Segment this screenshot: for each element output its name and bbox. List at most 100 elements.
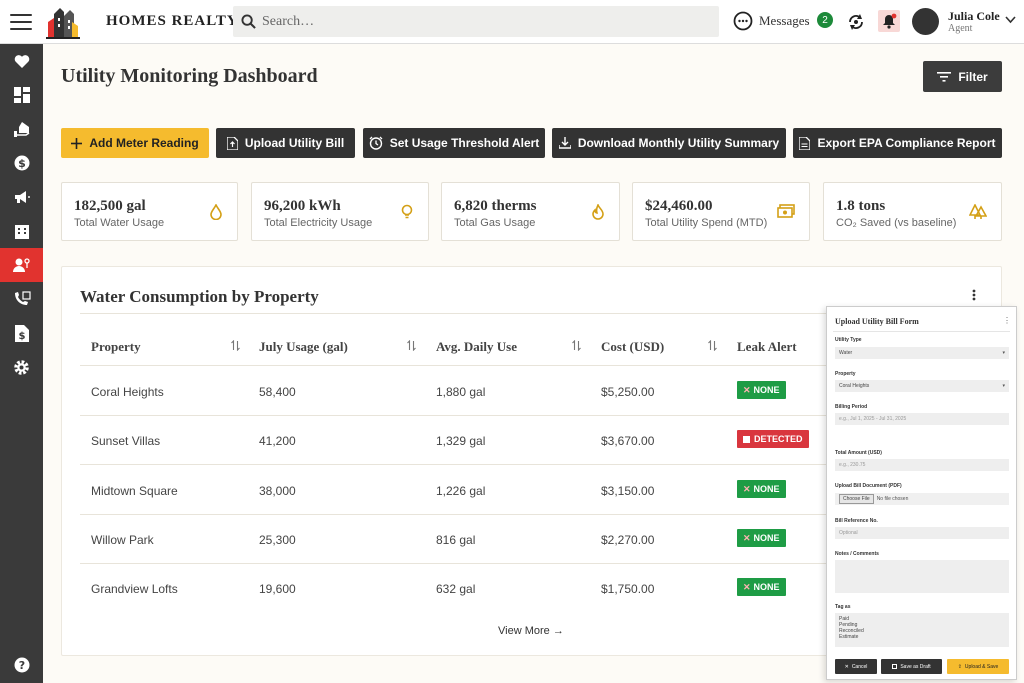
download-monthly-utility-summary-button[interactable]: Download Monthly Utility Summary <box>552 128 786 158</box>
sidebar-item-settings[interactable] <box>0 350 43 384</box>
sidebar-item-finance[interactable]: $ <box>0 146 43 180</box>
tag-option[interactable]: Estimate <box>839 634 858 640</box>
sync-icon[interactable] <box>846 12 866 32</box>
column-header-cost[interactable]: Cost (USD) <box>601 339 664 355</box>
stat-card-co2: 1.8 tons CO₂ Saved (vs baseline) <box>823 182 1002 241</box>
column-header-avg-daily-use[interactable]: Avg. Daily Use <box>436 339 517 355</box>
sidebar-item-buildings[interactable] <box>0 214 43 248</box>
stat-value: 96,200 kWh <box>264 198 341 214</box>
choose-file-button[interactable]: Choose File <box>839 494 874 504</box>
divider <box>80 415 840 416</box>
notifications-button[interactable] <box>878 10 900 32</box>
stat-label: Total Water Usage <box>74 217 165 229</box>
cell-usage: 19,600 <box>259 582 296 596</box>
cell-cost: $2,270.00 <box>601 533 655 547</box>
filter-button[interactable]: Filter <box>923 61 1002 92</box>
sort-icon[interactable] <box>407 340 416 351</box>
cell-avg: 1,880 gal <box>436 385 486 399</box>
set-usage-threshold-alert-button[interactable]: Set Usage Threshold Alert <box>363 128 545 158</box>
stat-value: 6,820 therms <box>454 198 537 214</box>
sidebar-item-invoices[interactable]: $ <box>0 316 43 350</box>
column-header-july-usage[interactable]: July Usage (gal) <box>259 339 348 355</box>
view-more-link[interactable]: View More → <box>498 625 564 637</box>
total-amount-input[interactable]: e.g., 230.75 <box>835 459 1009 471</box>
add-meter-reading-button[interactable]: Add Meter Reading <box>61 128 209 158</box>
cell-property: Midtown Square <box>91 484 178 498</box>
bill-reference-label: Bill Reference No. <box>835 518 878 524</box>
export-epa-compliance-report-button[interactable]: Export EPA Compliance Report <box>793 128 1002 158</box>
cell-property: Coral Heights <box>91 385 164 399</box>
billing-period-label: Billing Period <box>835 404 868 410</box>
svg-text:$: $ <box>18 331 25 342</box>
stat-value: 1.8 tons <box>836 198 886 214</box>
sidebar-item-properties[interactable] <box>0 112 43 146</box>
search-input[interactable] <box>262 13 702 30</box>
save-draft-button[interactable]: Save as Draft <box>881 659 942 674</box>
upload-save-label: Upload & Save <box>964 663 999 670</box>
stat-label: Total Gas Usage <box>454 217 536 229</box>
cell-usage: 38,000 <box>259 484 296 498</box>
leak-status-badge: ✕ NONE <box>737 480 786 498</box>
menu-icon[interactable] <box>10 13 32 30</box>
svg-text:?: ? <box>18 659 24 672</box>
avatar[interactable] <box>912 8 939 35</box>
invoice-icon: $ <box>14 324 29 342</box>
chevron-down-icon[interactable] <box>1005 16 1016 24</box>
more-options-icon[interactable]: ⋮ <box>1003 316 1011 325</box>
more-options-icon[interactable] <box>972 289 976 301</box>
file-input[interactable]: Choose File No file chosen <box>835 493 1009 505</box>
sidebar-item-marketing[interactable] <box>0 180 43 214</box>
sort-icon[interactable] <box>708 340 717 351</box>
tag-listbox[interactable]: Paid Pending Reconciled Estimate <box>835 613 1009 647</box>
plus-icon <box>71 137 83 149</box>
search-bar[interactable] <box>233 6 719 37</box>
x-icon: ✕ <box>743 532 751 543</box>
upload-save-button[interactable]: ⇪ Upload & Save <box>947 659 1009 674</box>
cell-avg: 632 gal <box>436 582 476 596</box>
stat-card-electricity: 96,200 kWh Total Electricity Usage <box>251 182 429 241</box>
brand-name: HOMES REALTY <box>106 13 239 29</box>
stat-label: Total Electricity Usage <box>264 217 373 229</box>
trees-icon <box>969 204 987 219</box>
sort-icon[interactable] <box>572 340 581 351</box>
save-icon <box>892 664 898 669</box>
divider <box>833 331 1010 332</box>
sidebar: $ $ ? <box>0 44 43 683</box>
cell-cost: $3,670.00 <box>601 434 655 448</box>
leak-status-badge: ✕ NONE <box>737 529 786 547</box>
cancel-button[interactable]: ✕ Cancel <box>835 659 877 674</box>
property-select[interactable]: Coral Heights ▾ <box>835 380 1009 392</box>
property-label: Property <box>835 371 856 377</box>
x-icon: ✕ <box>743 581 751 592</box>
save-draft-label: Save as Draft <box>900 663 931 670</box>
upload-utility-bill-button[interactable]: Upload Utility Bill <box>216 128 355 158</box>
cell-property: Willow Park <box>91 533 154 547</box>
upload-document-label: Upload Bill Document (PDF) <box>835 483 902 489</box>
cell-avg: 1,226 gal <box>436 484 486 498</box>
messages-label: Messages <box>759 13 810 28</box>
notes-textarea[interactable] <box>835 560 1009 593</box>
upload-file-icon <box>226 136 238 150</box>
download-monthly-utility-summary-label: Download Monthly Utility Summary <box>577 136 780 150</box>
sort-icon[interactable] <box>231 340 240 351</box>
export-epa-compliance-report-label: Export EPA Compliance Report <box>817 136 996 150</box>
user-role: Agent <box>948 23 973 34</box>
building-icon <box>14 225 29 239</box>
stat-label: Total Utility Spend (MTD) <box>645 217 768 229</box>
sidebar-item-help[interactable]: ? <box>0 648 43 682</box>
bill-reference-input[interactable]: Optional <box>835 527 1009 539</box>
leak-status-label: NONE <box>753 533 780 543</box>
column-header-property[interactable]: Property <box>91 339 141 355</box>
cell-property: Sunset Villas <box>91 434 161 448</box>
billing-period-input[interactable]: e.g., Jul 1, 2025 - Jul 31, 2025 <box>835 413 1009 425</box>
sidebar-item-favorites[interactable] <box>0 44 43 78</box>
sidebar-item-dashboard[interactable] <box>0 78 43 112</box>
column-header-leak-alert[interactable]: Leak Alert <box>737 339 797 355</box>
sidebar-item-contacts[interactable] <box>0 282 43 316</box>
messages-button[interactable]: Messages <box>733 11 810 31</box>
utility-type-select[interactable]: Water ▾ <box>835 347 1009 359</box>
stat-value: 182,500 gal <box>74 198 146 214</box>
money-icon <box>777 204 795 218</box>
sidebar-item-agents[interactable] <box>0 248 43 282</box>
x-icon: ✕ <box>743 384 751 395</box>
